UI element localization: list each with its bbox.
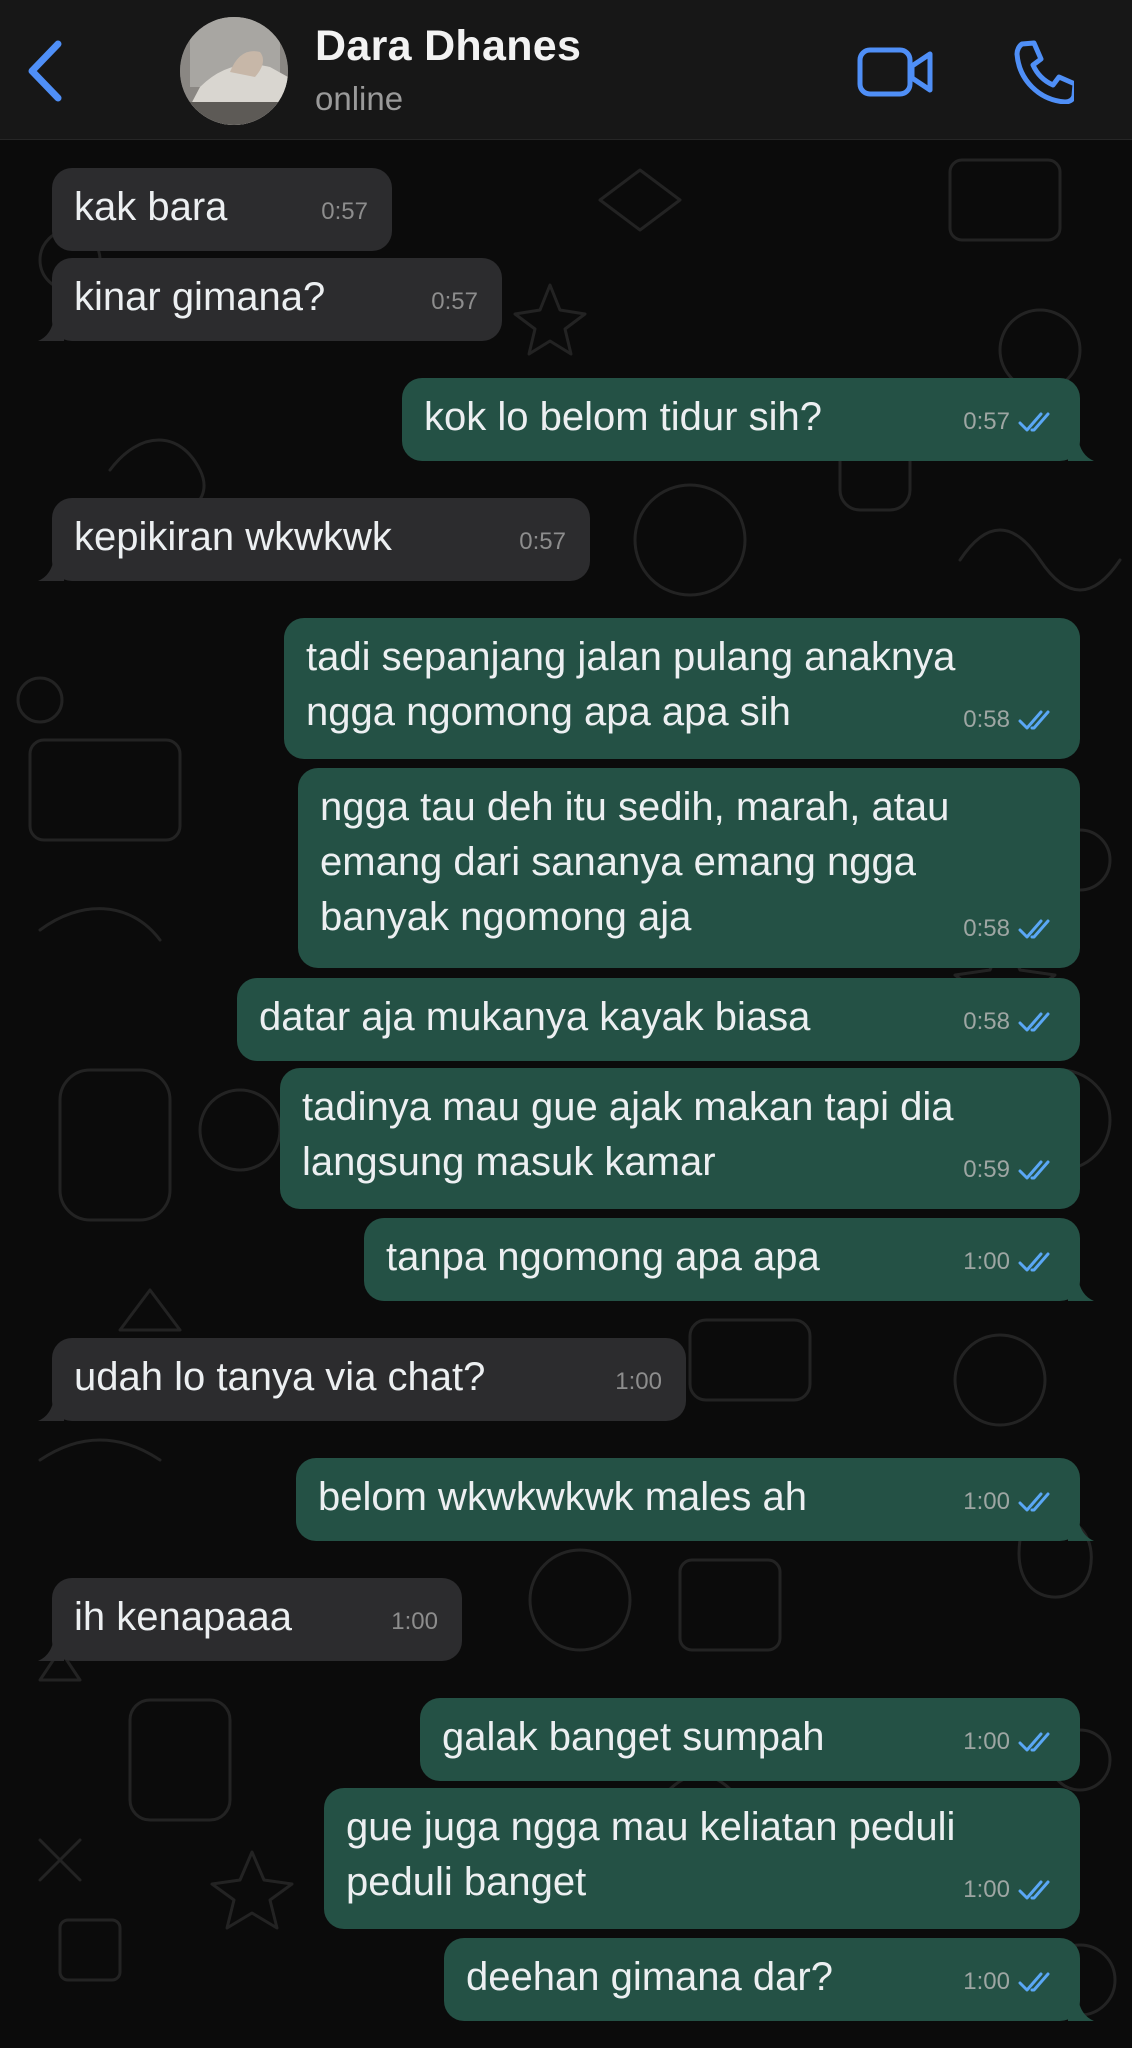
message-outgoing[interactable]: deehan gimana dar? 1:00 — [444, 1938, 1094, 2021]
bubble-tail — [38, 1637, 64, 1661]
message-outgoing[interactable]: gue juga ngga mau keliatan peduli peduli… — [324, 1788, 1080, 1929]
message-time: 0:58 — [963, 1008, 1010, 1035]
message-text: udah lo tanya via chat? — [74, 1355, 486, 1399]
video-call-button[interactable] — [856, 42, 936, 102]
message-outgoing[interactable]: belom wkwkwkwk males ah 1:00 — [296, 1458, 1094, 1541]
message-outgoing[interactable]: tadi sepanjang jalan pulang anaknya ngga… — [284, 618, 1080, 759]
message-time: 1:00 — [391, 1608, 438, 1635]
read-receipt-icon — [1018, 1880, 1050, 1899]
message-outgoing[interactable]: kok lo belom tidur sih? 0:57 — [402, 378, 1094, 461]
read-receipt-icon — [1018, 1160, 1050, 1179]
message-text: tanpa ngomong apa apa — [386, 1235, 820, 1279]
message-incoming[interactable]: kak bara 0:57 — [52, 168, 392, 251]
read-receipt-icon — [1018, 1252, 1050, 1271]
read-receipt-icon — [1018, 1972, 1050, 1991]
contact-name[interactable]: Dara Dhanes — [315, 22, 581, 71]
video-camera-icon — [857, 47, 933, 97]
message-text: tadinya mau gue ajak makan tapi dia lang… — [302, 1085, 954, 1184]
message-time: 0:58 — [963, 706, 1010, 733]
bubble-tail — [38, 557, 64, 581]
message-time: 1:00 — [963, 1728, 1010, 1755]
message-text: kepikiran wkwkwk — [74, 515, 392, 559]
contact-status: online — [315, 80, 404, 117]
read-receipt-icon — [1018, 919, 1050, 938]
message-text: datar aja mukanya kayak biasa — [259, 995, 811, 1039]
message-outgoing[interactable]: tanpa ngomong apa apa 1:00 — [364, 1218, 1094, 1301]
message-time: 0:57 — [963, 408, 1010, 435]
chat-header: Dara Dhanes online — [0, 0, 1132, 140]
message-time: 0:59 — [963, 1156, 1010, 1183]
message-text: kinar gimana? — [74, 275, 326, 319]
message-incoming[interactable]: kinar gimana? 0:57 — [38, 258, 502, 341]
message-outgoing[interactable]: galak banget sumpah 1:00 — [420, 1698, 1080, 1781]
message-text: tadi sepanjang jalan pulang anaknya ngga… — [306, 635, 956, 734]
message-incoming[interactable]: udah lo tanya via chat? 1:00 — [38, 1338, 686, 1421]
message-outgoing[interactable]: ngga tau deh itu sedih, marah, atau eman… — [298, 768, 1080, 968]
message-time: 0:57 — [431, 288, 478, 315]
back-button[interactable] — [18, 36, 78, 106]
message-time: 1:00 — [963, 1876, 1010, 1903]
bubble-tail — [38, 317, 64, 341]
message-outgoing[interactable]: datar aja mukanya kayak biasa 0:58 — [237, 978, 1080, 1061]
message-text: ngga tau deh itu sedih, marah, atau eman… — [320, 785, 950, 939]
message-text: ih kenapaaa — [74, 1595, 292, 1639]
message-text: gue juga ngga mau keliatan peduli peduli… — [346, 1805, 956, 1904]
bubble-tail — [1068, 1277, 1094, 1301]
bubble-tail — [1068, 1517, 1094, 1541]
contact-avatar[interactable] — [180, 17, 288, 125]
message-time: 1:00 — [615, 1368, 662, 1395]
read-receipt-icon — [1018, 1012, 1050, 1031]
message-time: 0:58 — [963, 915, 1010, 942]
message-text: belom wkwkwkwk males ah — [318, 1475, 808, 1519]
message-incoming[interactable]: ih kenapaaa 1:00 — [38, 1578, 462, 1661]
read-receipt-icon — [1018, 1732, 1050, 1751]
message-time: 1:00 — [963, 1248, 1010, 1275]
read-receipt-icon — [1018, 710, 1050, 729]
phone-icon — [1014, 40, 1078, 105]
message-incoming[interactable]: kepikiran wkwkwk 0:57 — [38, 498, 590, 581]
bubble-tail — [1068, 1997, 1094, 2021]
bubble-tail — [38, 1397, 64, 1421]
message-list[interactable]: kak bara 0:57 kinar gimana? 0:57 kok lo … — [0, 140, 1132, 2048]
message-time: 0:57 — [321, 198, 368, 225]
bubble-tail — [1068, 437, 1094, 461]
voice-call-button[interactable] — [1008, 38, 1078, 105]
message-outgoing[interactable]: tadinya mau gue ajak makan tapi dia lang… — [280, 1068, 1080, 1209]
read-receipt-icon — [1018, 1492, 1050, 1511]
message-time: 0:57 — [519, 528, 566, 555]
read-receipt-icon — [1018, 412, 1050, 431]
message-time: 1:00 — [963, 1488, 1010, 1515]
message-time: 1:00 — [963, 1968, 1010, 1995]
avatar-photo — [180, 17, 288, 125]
message-text: kok lo belom tidur sih? — [424, 395, 822, 439]
chevron-left-icon — [28, 40, 62, 102]
